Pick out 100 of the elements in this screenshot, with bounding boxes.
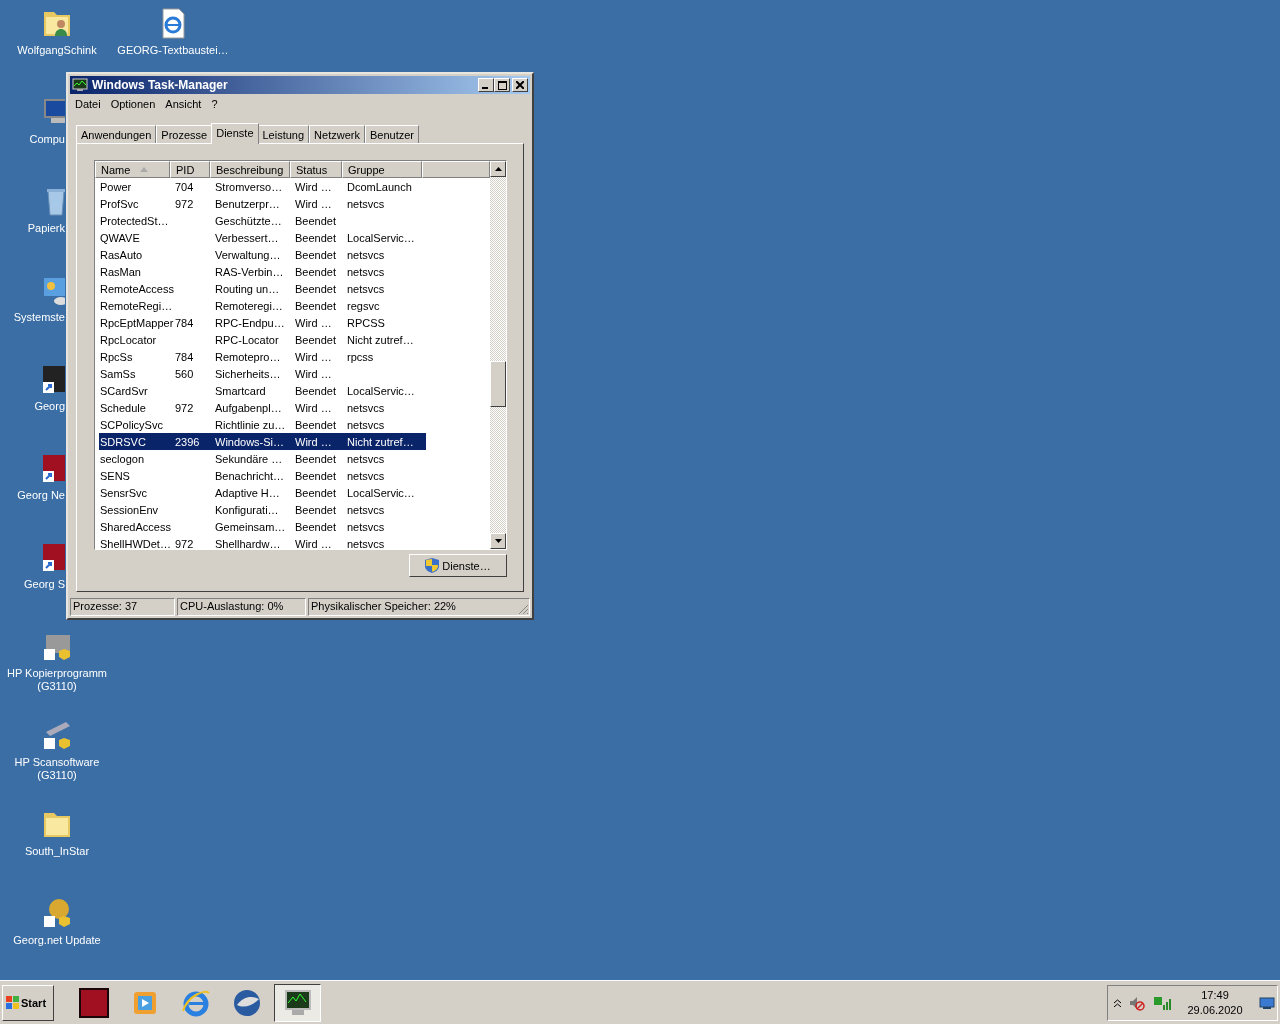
services-button[interactable]: Dienste…	[409, 554, 507, 577]
table-cell: Benutzerpr…	[215, 197, 280, 210]
table-cell: DcomLaunch	[347, 180, 412, 193]
table-cell: 560	[175, 367, 194, 380]
table-cell: ProtectedSt…	[100, 214, 169, 227]
down-arrow-icon	[494, 539, 502, 543]
table-cell: Verbessert…	[215, 231, 279, 244]
table-cell: RPC-Endpu…	[215, 316, 285, 329]
desktop-icon-label: Systemste	[13, 311, 65, 324]
table-cell: Nicht zutref…	[347, 333, 414, 346]
scroll-down-button[interactable]	[490, 533, 506, 549]
windows-logo-icon	[6, 996, 20, 1009]
table-cell: Beendet	[295, 486, 336, 499]
table-cell: RpcEptMapper	[100, 316, 174, 329]
resize-grip-icon[interactable]	[518, 604, 529, 615]
table-cell: RPC-Locator	[215, 333, 279, 346]
menu-item[interactable]: ?	[206, 98, 223, 110]
table-cell: 784	[175, 316, 194, 329]
table-cell: RpcLocator	[100, 333, 157, 346]
chevron-icon[interactable]	[1114, 998, 1121, 1007]
table-cell: Wird …	[295, 180, 332, 193]
close-button[interactable]	[512, 78, 528, 92]
table-cell: Beendet	[295, 231, 336, 244]
table-cell: netsvcs	[347, 537, 385, 549]
clock[interactable]: 17:49 29.06.2020	[1179, 987, 1251, 1018]
table-cell: Wird …	[295, 350, 332, 363]
shield-icon	[425, 558, 440, 573]
tab[interactable]: Benutzer	[364, 125, 419, 143]
table-cell: rpcss	[347, 350, 374, 363]
scrollbar[interactable]	[490, 161, 506, 549]
table-cell: Beendet	[295, 384, 336, 397]
scroll-up-button[interactable]	[490, 161, 506, 177]
table-cell: netsvcs	[347, 503, 385, 516]
table-cell: Wird …	[295, 401, 332, 414]
table-cell: SCardSvr	[100, 384, 148, 397]
table-cell: RasMan	[100, 265, 141, 278]
desktop-icon-label: HP Scansoftware (G3110)	[13, 756, 101, 782]
scroll-thumb[interactable]	[490, 361, 506, 407]
desktop-icon-label: Papierk	[27, 222, 65, 235]
selected-row[interactable]: SDRSVC 2396 Windows-Si… Wird … Nicht zutref…	[99, 433, 426, 450]
column-header[interactable]: Gruppe	[342, 161, 422, 178]
tab[interactable]: Leistung	[257, 125, 310, 143]
table-cell: Routing un…	[215, 282, 280, 295]
maximize-button[interactable]	[494, 78, 510, 92]
desktop-icon-label: GEORG-Textbaustei…	[116, 44, 230, 57]
table-cell: SamSs	[100, 367, 136, 380]
table-cell: Konfigurati…	[215, 503, 279, 516]
table-cell: Remoteregi…	[215, 299, 283, 312]
table-cell: LocalServic…	[347, 384, 415, 397]
table-cell: Sicherheits…	[215, 367, 281, 380]
minimize-button[interactable]	[478, 78, 494, 92]
table-cell: SENS	[100, 469, 130, 482]
table-cell: 704	[175, 180, 194, 193]
table-cell: Wird …	[295, 197, 332, 210]
column-header[interactable]: Beschreibung	[210, 161, 290, 178]
table-cell: netsvcs	[347, 401, 385, 414]
table-cell: regsvc	[347, 299, 380, 312]
table-cell: Gemeinsam…	[215, 520, 286, 533]
table-cell: Nicht zutref…	[347, 435, 414, 448]
table-cell: 784	[175, 350, 194, 363]
desktop-icon-label: Compu	[29, 133, 65, 146]
menu-item[interactable]: Optionen	[105, 98, 161, 110]
table-cell: Beendet	[295, 452, 336, 465]
table-cell: Wird …	[295, 316, 332, 329]
column-header[interactable]: Status	[290, 161, 342, 178]
table-cell: SensrSvc	[100, 486, 148, 499]
start-button[interactable]: Start	[2, 984, 54, 1021]
table-cell: Smartcard	[215, 384, 266, 397]
tab[interactable]: Prozesse	[156, 125, 213, 143]
table-cell: Power	[100, 180, 132, 193]
network-icon[interactable]	[1153, 994, 1171, 1011]
tab[interactable]: Dienste	[211, 123, 259, 144]
table-cell: Beendet	[295, 503, 336, 516]
table-cell: LocalServic…	[347, 486, 415, 499]
table-cell: SCPolicySvc	[100, 418, 163, 431]
table-cell: Richtlinie zu…	[215, 418, 286, 431]
status-bar-pane: CPU-Auslastung: 0%	[177, 598, 306, 616]
up-arrow-icon	[494, 167, 502, 171]
table-cell: Beendet	[295, 469, 336, 482]
table-cell: RasAuto	[100, 248, 143, 261]
show-desktop-icon[interactable]	[1259, 995, 1275, 1010]
desktop-icon-label: WolfgangSchink	[16, 44, 98, 57]
taskbar-app-button[interactable]	[274, 983, 321, 1022]
tab[interactable]: Netzwerk	[309, 125, 365, 143]
table-cell: SessionEnv	[100, 503, 159, 516]
column-header[interactable]: PID	[170, 161, 210, 178]
desktop-icon-label: Georg Ne	[17, 489, 65, 502]
column-header[interactable]: Name	[95, 161, 170, 178]
table-cell: netsvcs	[347, 282, 385, 295]
table-cell: Beendet	[295, 418, 336, 431]
table-cell: Verwaltung…	[215, 248, 281, 261]
table-cell: SharedAccess	[100, 520, 171, 533]
monitor-icon	[72, 78, 88, 92]
menu-item[interactable]: Ansicht	[160, 98, 207, 110]
menu-item[interactable]: Datei	[70, 98, 106, 110]
tab[interactable]: Anwendungen	[76, 125, 157, 143]
table-cell: RPCSS	[347, 316, 385, 329]
square-logo-icon	[77, 986, 110, 1019]
table-cell: seclogon	[100, 452, 145, 465]
table-cell: 2396	[175, 435, 200, 448]
